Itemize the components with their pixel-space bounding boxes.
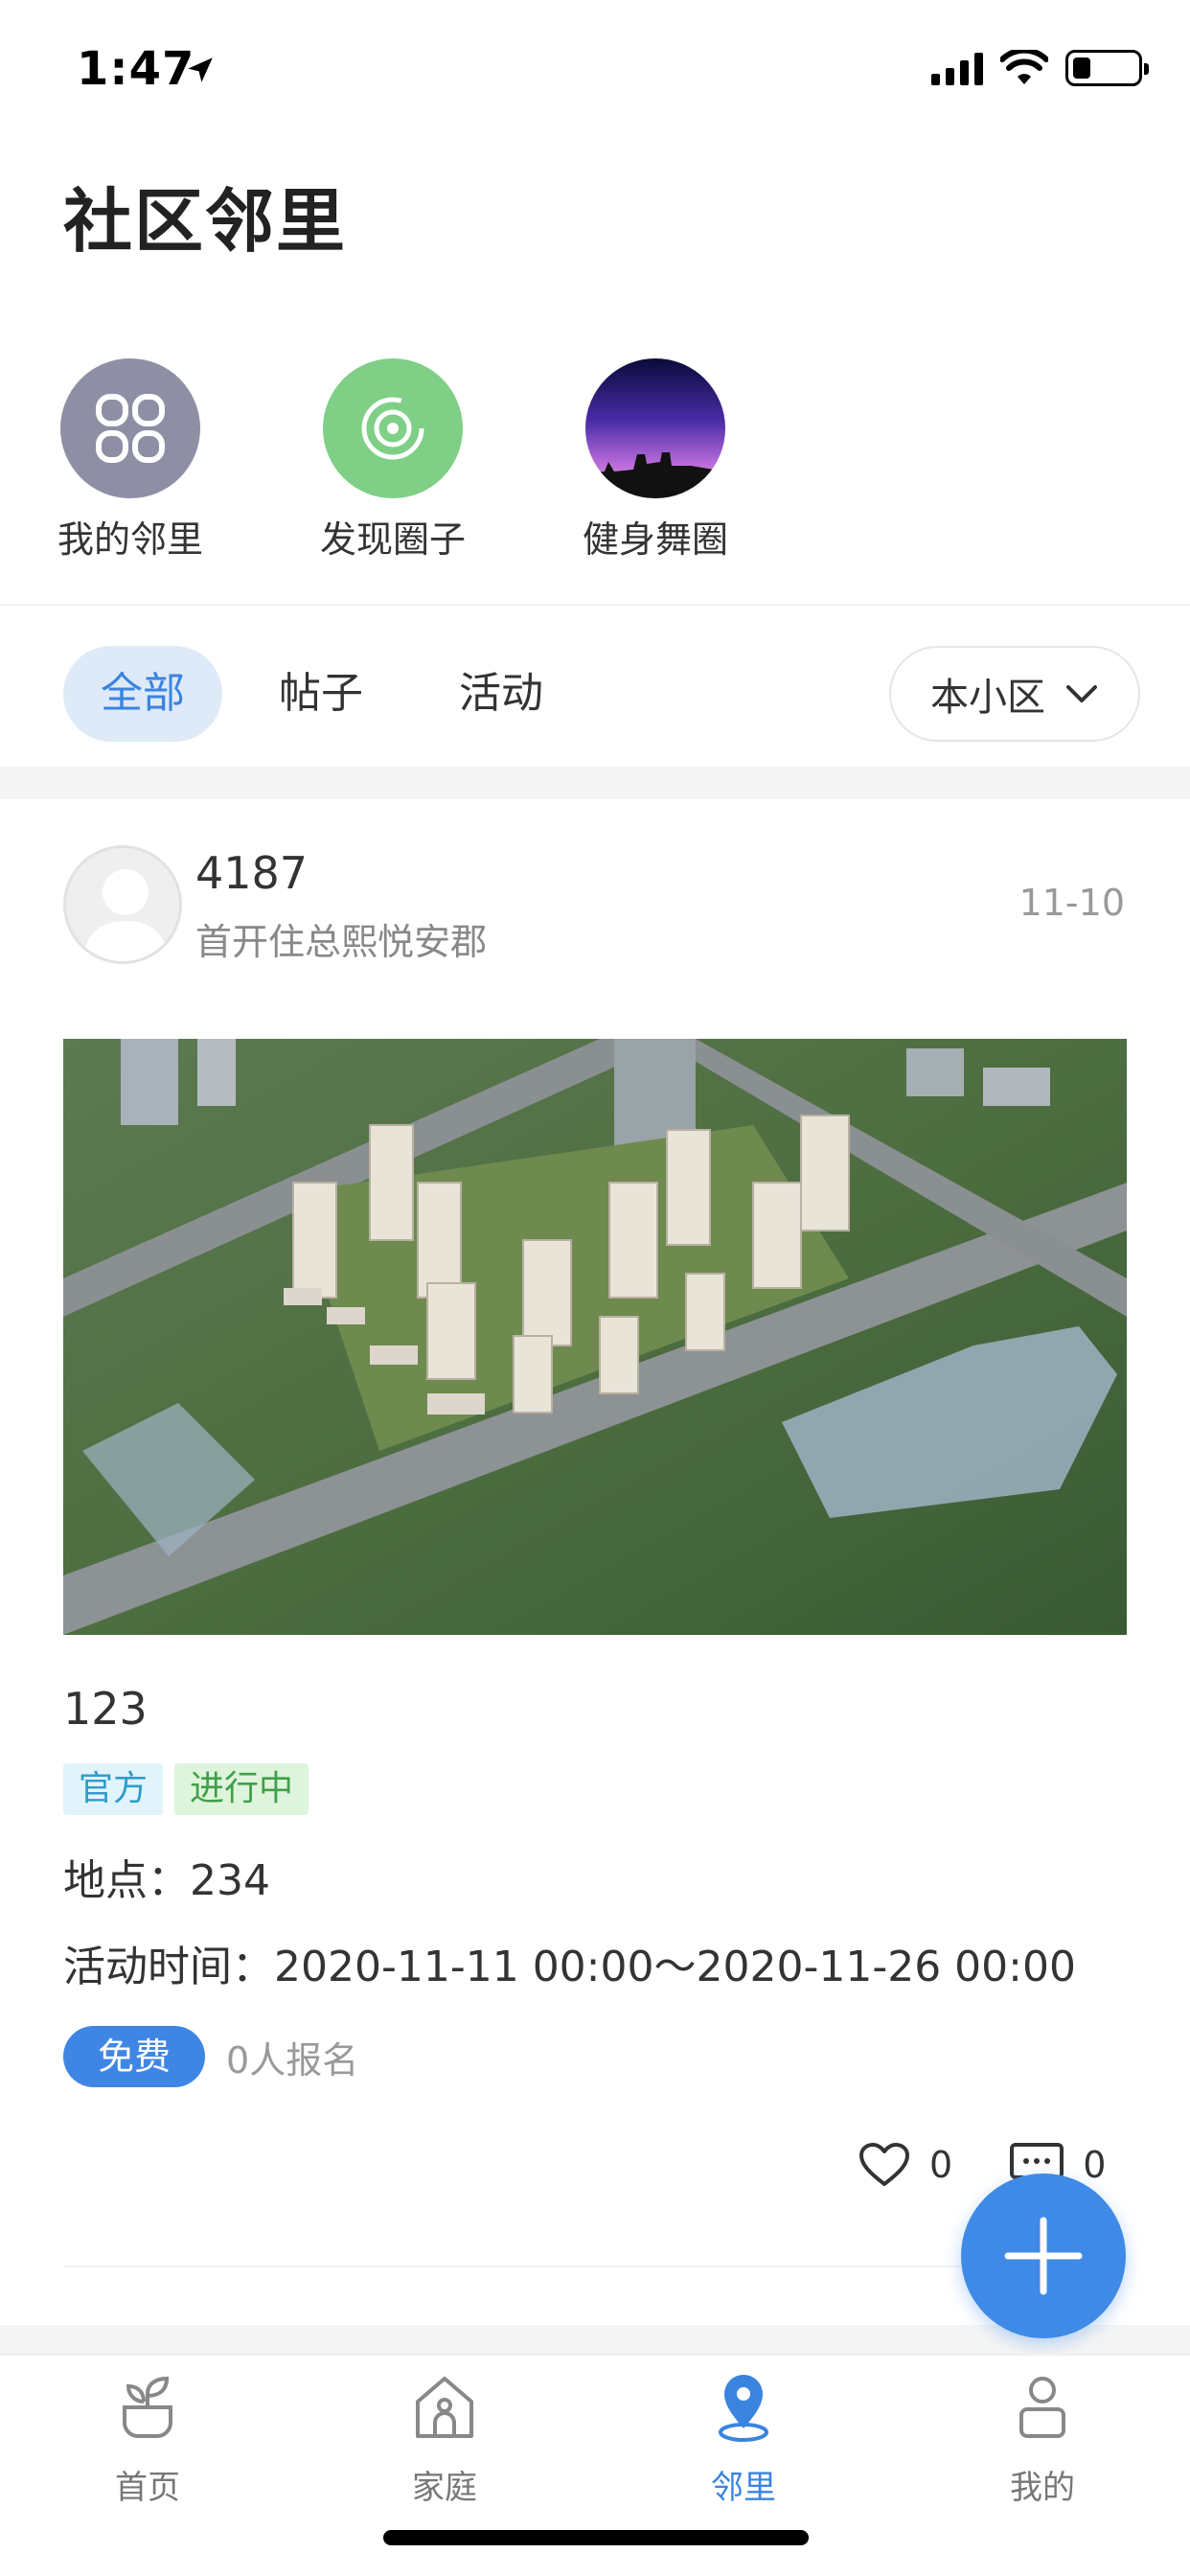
status-time: 1:47 — [77, 42, 195, 96]
nav-label: 邻里 — [711, 2469, 776, 2507]
nav-label: 首页 — [115, 2469, 180, 2507]
circle-label: 我的邻里 — [57, 518, 203, 561]
post-image[interactable] — [63, 1039, 1127, 1635]
circle-label: 发现圈子 — [319, 518, 466, 561]
circle-discover[interactable]: 发现圈子 — [287, 358, 498, 563]
wifi-icon — [1000, 50, 1048, 84]
author-name[interactable]: 4187 — [195, 847, 308, 899]
nav-item-neighbors[interactable]: 邻里 — [638, 2369, 849, 2508]
filter-tabs: 全部 帖子 活动 本小区 — [0, 636, 1190, 751]
circle-fitness-dance[interactable]: 健身舞圈 — [550, 358, 761, 563]
page-title: 社区邻里 — [63, 181, 348, 262]
create-post-button[interactable] — [961, 2174, 1126, 2338]
activity-location: 地点：234 — [63, 1856, 270, 1905]
post-tags: 官方 进行中 — [63, 1763, 309, 1815]
activity-post-card[interactable]: 4187 首开住总熙悦安郡 11-10 123 官方 进行中 地点：234 活动… — [0, 799, 1190, 2325]
circle-label: 健身舞圈 — [582, 518, 728, 561]
official-tag: 官方 — [63, 1763, 164, 1815]
fee-badge: 免费 — [63, 2026, 206, 2087]
status-indicators — [931, 50, 1149, 86]
circle-my-neighbors[interactable]: 我的邻里 — [25, 358, 236, 563]
chevron-down-icon — [1066, 685, 1097, 702]
tab-all[interactable]: 全部 — [63, 646, 222, 742]
signup-count: 0人报名 — [226, 2038, 359, 2082]
nav-item-me[interactable]: 我的 — [937, 2369, 1148, 2508]
nav-item-family[interactable]: 家庭 — [339, 2369, 550, 2508]
post-title: 123 — [63, 1683, 148, 1735]
status-tag: 进行中 — [174, 1763, 309, 1815]
battery-level — [1073, 58, 1090, 79]
home-indicator[interactable] — [383, 2530, 809, 2545]
activity-time: 活动时间：2020-11-11 00:00～2020-11-26 00:00 — [63, 1943, 1076, 1991]
plus-icon — [1004, 2217, 1083, 2295]
nav-label: 我的 — [1010, 2469, 1075, 2507]
tab-posts[interactable]: 帖子 — [259, 646, 383, 742]
sunset-photo — [585, 358, 725, 498]
section-divider — [0, 604, 1190, 606]
house-icon — [416, 2377, 473, 2438]
section-gap — [0, 767, 1190, 799]
post-date: 11-10 — [1018, 882, 1125, 924]
battery-icon — [1065, 50, 1149, 86]
target-icon — [323, 358, 463, 498]
plant-icon — [123, 2376, 172, 2438]
circles-row: 我的邻里 发现圈子 健身舞圈 — [0, 358, 1190, 563]
location-pin-icon — [719, 2375, 768, 2442]
tab-activities[interactable]: 活动 — [439, 646, 563, 742]
clover-icon — [60, 358, 200, 498]
scope-dropdown[interactable]: 本小区 — [889, 646, 1140, 742]
nav-label: 家庭 — [412, 2469, 477, 2507]
scope-label: 本小区 — [930, 676, 1045, 720]
comment-count: 0 — [1083, 2144, 1107, 2186]
person-icon — [1019, 2377, 1065, 2438]
community-name: 首开住总熙悦安郡 — [195, 921, 488, 963]
like-count: 0 — [929, 2144, 953, 2186]
nav-item-home[interactable]: 首页 — [42, 2369, 253, 2508]
status-bar: 1:47 — [0, 0, 1190, 144]
fee-row: 免费 0人报名 — [63, 2026, 358, 2087]
avatar[interactable] — [63, 845, 182, 964]
cellular-signal-icon — [931, 51, 983, 85]
heart-icon[interactable] — [858, 2142, 910, 2188]
location-arrow-icon — [188, 58, 213, 82]
